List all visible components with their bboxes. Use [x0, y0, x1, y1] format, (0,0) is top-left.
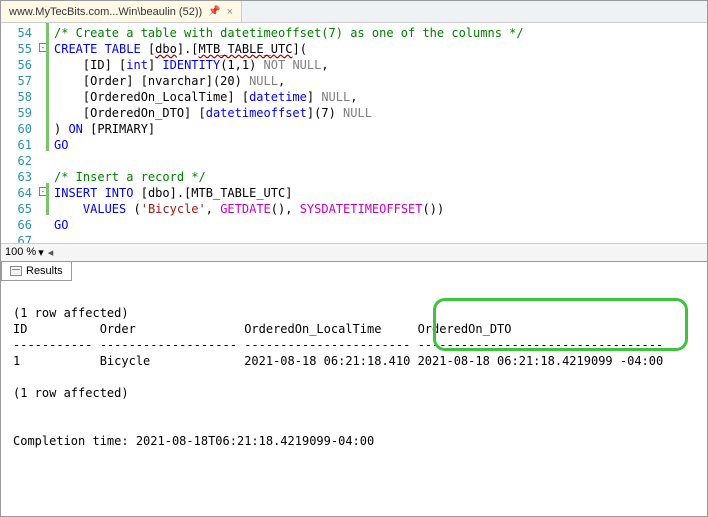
line-number: 55	[1, 41, 32, 57]
code-line[interactable]: GO	[54, 137, 524, 153]
code-line[interactable]	[54, 153, 524, 169]
chevron-down-icon: ▾	[38, 246, 44, 259]
code-line[interactable]: VALUES ('Bicycle', GETDATE(), SYSDATETIM…	[54, 201, 524, 217]
code-line[interactable]: /* Insert a record */	[54, 169, 524, 185]
line-number: 59	[1, 105, 32, 121]
code-line[interactable]	[54, 233, 524, 243]
highlight-annotation	[433, 298, 688, 351]
line-number: 62	[1, 153, 32, 169]
results-row: 1 Bicycle 2021-08-18 06:21:18.410 2021-0…	[13, 354, 663, 368]
rows-affected-2: (1 row affected)	[13, 386, 129, 400]
code-line[interactable]: GO	[54, 217, 524, 233]
line-marker	[36, 135, 50, 151]
line-number: 60	[1, 121, 32, 137]
line-number: 56	[1, 57, 32, 73]
line-number: 54	[1, 25, 32, 41]
line-number: 61	[1, 137, 32, 153]
results-icon	[10, 266, 22, 276]
pin-icon[interactable]: 📌	[208, 6, 220, 17]
line-marker	[36, 87, 50, 103]
line-number: 58	[1, 89, 32, 105]
results-pane[interactable]: (1 row affected) ID Order OrderedOn_Loca…	[1, 281, 707, 517]
line-marker: -	[36, 183, 50, 199]
results-tab[interactable]: Results	[1, 262, 72, 281]
line-number-gutter: 5455565758596061626364656667686970	[1, 23, 36, 243]
line-number: 64	[1, 185, 32, 201]
line-marker	[36, 103, 50, 119]
rows-affected-1: (1 row affected)	[13, 306, 129, 320]
code-area[interactable]: /* Create a table with datetimeoffset(7)…	[50, 23, 524, 243]
code-line[interactable]: CREATE TABLE [dbo].[MTB_TABLE_UTC](	[54, 41, 524, 57]
code-line[interactable]: [ID] [int] IDENTITY(1,1) NOT NULL,	[54, 57, 524, 73]
marker-column: --	[36, 23, 50, 243]
close-icon[interactable]: ×	[227, 6, 233, 18]
code-line[interactable]: [OrderedOn_DTO] [datetimeoffset](7) NULL	[54, 105, 524, 121]
code-line[interactable]: [OrderedOn_LocalTime] [datetime] NULL,	[54, 89, 524, 105]
line-number: 57	[1, 73, 32, 89]
line-number: 65	[1, 201, 32, 217]
line-marker: -	[36, 39, 50, 55]
code-editor[interactable]: 5455565758596061626364656667686970 -- /*…	[1, 23, 707, 243]
zoom-bar: 100 % ▾ ◂	[1, 243, 707, 261]
line-marker	[36, 55, 50, 71]
tab-title: www.MyTecBits.com...Win\beaulin (52))	[9, 6, 202, 18]
code-line[interactable]: /* Create a table with datetimeoffset(7)…	[54, 25, 524, 41]
results-tab-label: Results	[26, 265, 63, 277]
line-number: 63	[1, 169, 32, 185]
code-line[interactable]: [Order] [nvarchar](20) NULL,	[54, 73, 524, 89]
line-marker	[36, 23, 50, 39]
line-number: 66	[1, 217, 32, 233]
zoom-value: 100 %	[5, 246, 36, 258]
line-marker	[36, 199, 50, 215]
line-number: 67	[1, 233, 32, 243]
line-marker	[36, 119, 50, 135]
line-marker	[36, 71, 50, 87]
code-line[interactable]: ) ON [PRIMARY]	[54, 121, 524, 137]
tab-bar: www.MyTecBits.com...Win\beaulin (52)) 📌 …	[1, 1, 707, 23]
zoom-dropdown[interactable]: 100 % ▾	[5, 246, 44, 259]
line-marker	[36, 151, 50, 167]
scroll-left-icon[interactable]: ◂	[48, 246, 54, 259]
results-tab-bar: Results	[1, 261, 707, 281]
document-tab[interactable]: www.MyTecBits.com...Win\beaulin (52)) 📌 …	[1, 1, 242, 22]
code-line[interactable]: INSERT INTO [dbo].[MTB_TABLE_UTC]	[54, 185, 524, 201]
line-marker	[36, 231, 50, 243]
line-marker	[36, 215, 50, 231]
completion-time: Completion time: 2021-08-18T06:21:18.421…	[13, 434, 374, 448]
line-marker	[36, 167, 50, 183]
